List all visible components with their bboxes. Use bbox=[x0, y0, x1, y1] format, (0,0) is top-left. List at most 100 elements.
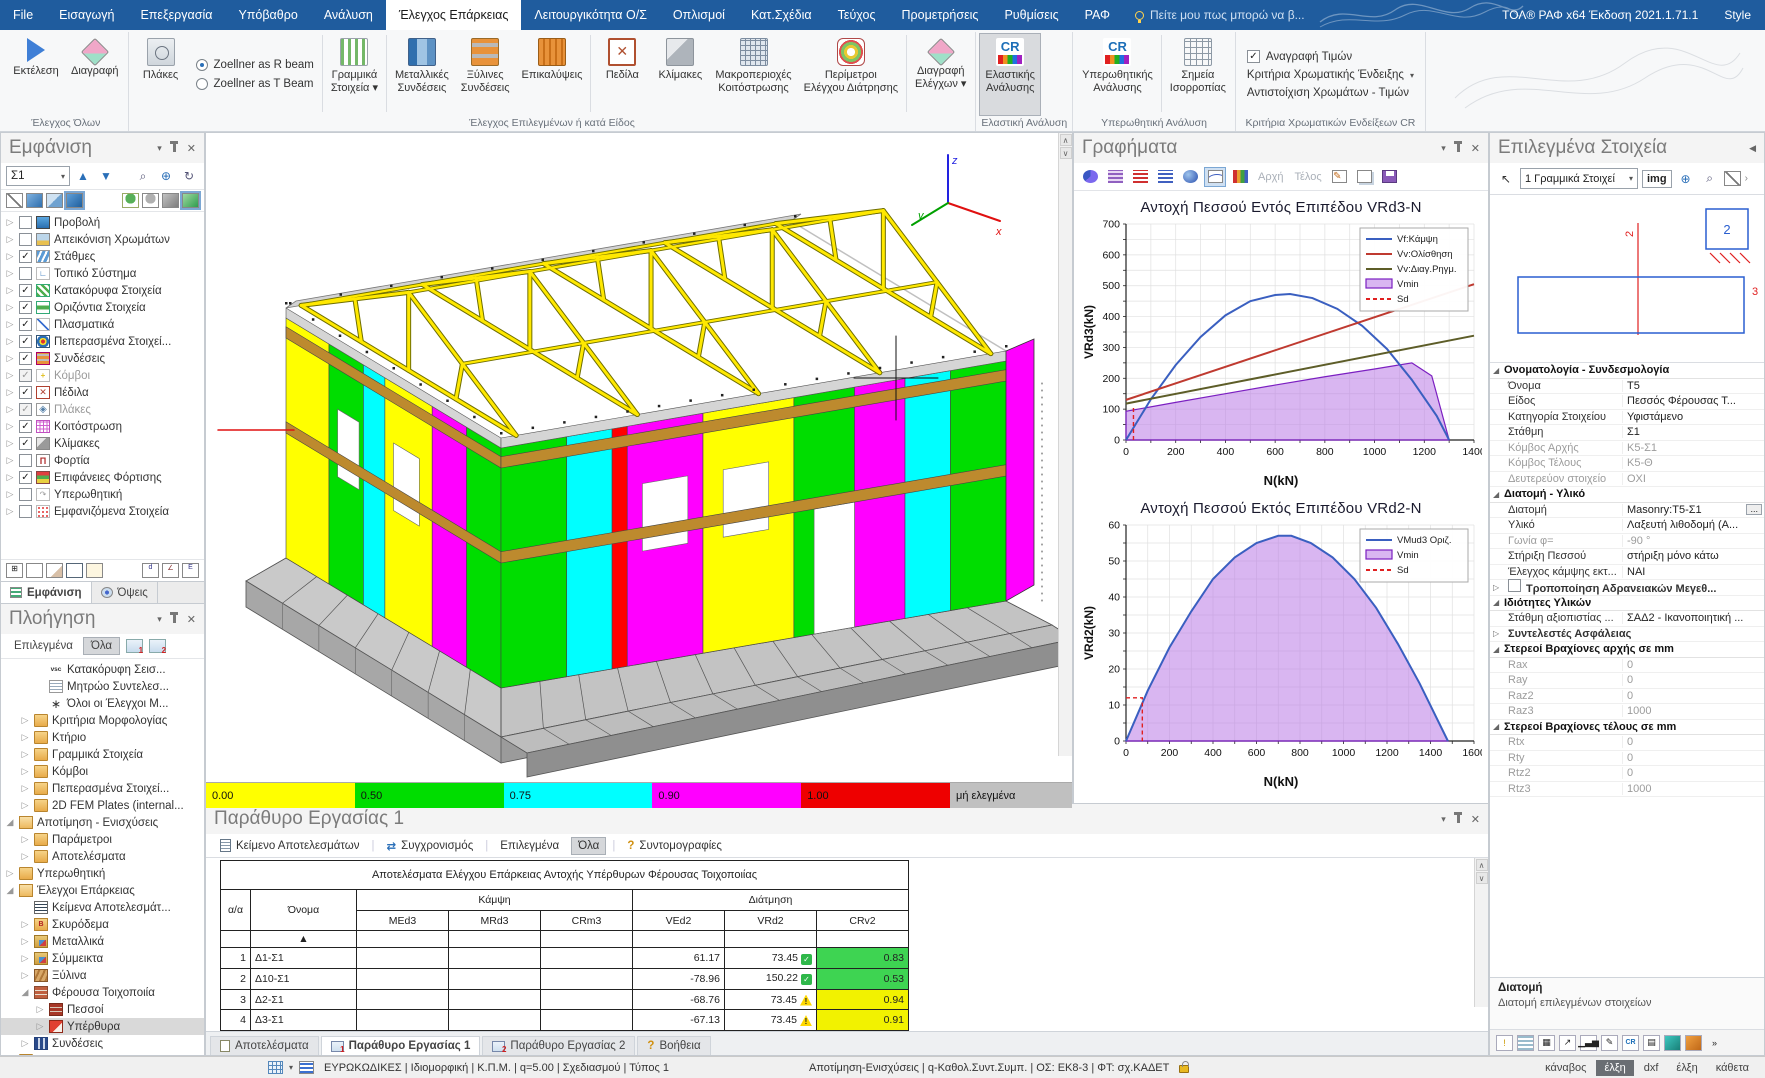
column-chart-icon[interactable] bbox=[1229, 167, 1251, 187]
prop-row-συντελεστές-ασφάλειας[interactable]: ▷Συντελεστές Ασφάλειας bbox=[1490, 627, 1764, 643]
level-combo[interactable]: Σ1▾ bbox=[6, 166, 70, 186]
menu-ραφ[interactable]: ΡΑΦ bbox=[1072, 0, 1123, 30]
results-table[interactable]: Αποτελέσματα Ελέγχου Επάρκειας Αντοχής Υ… bbox=[220, 860, 909, 1031]
pin-icon[interactable] bbox=[173, 615, 176, 623]
nav-item-σύμμεικτα[interactable]: ▷Σύμμεικτα bbox=[1, 950, 204, 967]
punching-perimeters-button[interactable]: ΠερίμετροιΕλέγχου Διάτρησης bbox=[798, 33, 904, 116]
display-item-πλασματικά[interactable]: ▷Πλασματικά bbox=[1, 316, 204, 333]
select-window-icon[interactable] bbox=[66, 563, 83, 578]
menu-τεύχος[interactable]: Τεύχος bbox=[825, 0, 889, 30]
pie-chart-icon[interactable] bbox=[1079, 167, 1101, 187]
viewport-scrollbar[interactable]: ∧ ∨ bbox=[1058, 133, 1072, 756]
raft-macroregions-button[interactable]: ΜακροπεριοχέςΚοιτόστρωσης bbox=[709, 33, 797, 116]
more-icon[interactable]: » bbox=[1706, 1035, 1723, 1051]
grid-edit-icon[interactable]: ▦ bbox=[1538, 1035, 1555, 1051]
menu-υπόβαθρο[interactable]: Υπόβαθρο bbox=[225, 0, 310, 30]
prop-row-έλεγχος-κάμψης-εκτ-[interactable]: Έλεγχος κάμψης εκτ...ΝΑΙ bbox=[1490, 565, 1764, 581]
grid-settings-icon[interactable] bbox=[268, 1061, 283, 1074]
cr-option[interactable]: Αναγραφή Τιμών bbox=[1247, 50, 1414, 63]
cr-elastic-button[interactable]: CRΕλαστικήςΑνάλυσης bbox=[979, 33, 1041, 116]
abbreviations-button[interactable]: ? Συντομογραφίες bbox=[621, 838, 728, 854]
teal-cube-icon[interactable] bbox=[1664, 1035, 1681, 1051]
nav-item-ξύλινα[interactable]: ▷Ξύλινα bbox=[1, 967, 204, 984]
table-row-Δ3-Σ1[interactable]: 4Δ3-Σ1-67.1373.45!0.91 bbox=[221, 1010, 909, 1031]
nav-item-έλεγχοι-επάρκειας[interactable]: ◢Έλεγχοι Επάρκειας bbox=[1, 882, 204, 899]
work-window-1-icon[interactable] bbox=[126, 639, 143, 653]
menu-file[interactable]: File bbox=[0, 0, 46, 30]
prop-row-όνομα[interactable]: ΌνομαT5 bbox=[1490, 379, 1764, 395]
list-icon[interactable] bbox=[299, 1061, 314, 1074]
ruler-icon[interactable]: ✎ bbox=[1601, 1035, 1618, 1051]
view-solid-button[interactable] bbox=[26, 193, 43, 208]
display-item-στάθμες[interactable]: ▷Στάθμες bbox=[1, 248, 204, 265]
grid-caret-icon[interactable]: ▾ bbox=[289, 1063, 293, 1072]
worktab-αποτελέσματα[interactable]: Αποτελέσματα bbox=[210, 1036, 319, 1055]
table-row-Δ2-Σ1[interactable]: 3Δ2-Σ1-68.7673.45!0.94 bbox=[221, 989, 909, 1010]
prop-row-raz3[interactable]: Raz31000 bbox=[1490, 704, 1764, 720]
display-item-εμφανιζόμενα-στοιχεία[interactable]: ▷Εμφανιζόμενα Στοιχεία bbox=[1, 503, 204, 520]
menu-επεξεργασία[interactable]: Επεξεργασία bbox=[127, 0, 225, 30]
pan-icon[interactable]: ⊕ bbox=[156, 166, 176, 186]
display-item-οριζόντια-στοιχεία[interactable]: ▷Οριζόντια Στοιχεία bbox=[1, 299, 204, 316]
menu-λειτουργικότητα-ο-σ[interactable]: Λειτουργικότητα Ο/Σ bbox=[521, 0, 660, 30]
timber-connections-button[interactable]: ΞύλινεςΣυνδέσεις bbox=[455, 33, 516, 116]
nav-item-κτήριο[interactable]: ▷Κτήριο bbox=[1, 729, 204, 746]
blue-bars-icon[interactable] bbox=[1154, 167, 1176, 187]
display-item-κλίμακες[interactable]: ▷Κλίμακες bbox=[1, 435, 204, 452]
histogram-icon[interactable] bbox=[1104, 167, 1126, 187]
menu-κατ-σχέδια[interactable]: Κατ.Σχέδια bbox=[738, 0, 825, 30]
nav-item-υπέρθυρα[interactable]: ▷Υπέρθυρα bbox=[1, 1018, 204, 1035]
menu-οπλισμοί[interactable]: Οπλισμοί bbox=[660, 0, 738, 30]
prop-row-υλικό[interactable]: ΥλικόΛαξευτή λιθοδομή (Α... bbox=[1490, 518, 1764, 534]
prop-row-στάθμη-αξιοπιστίας-[interactable]: Στάθμη αξιοπιστίας ...ΣΑΔ2 - Ικανοποιητι… bbox=[1490, 611, 1764, 627]
panel-menu-icon[interactable]: ▾ bbox=[1441, 814, 1446, 825]
pin-icon[interactable] bbox=[1457, 144, 1460, 152]
model-viewport[interactable]: zxy ∧ ∨ 0.000.500.750.901.00μή ελεγμένα bbox=[205, 132, 1073, 804]
display-item-κόμβοι[interactable]: ▷Κόμβοι bbox=[1, 367, 204, 384]
worktab-παράθυρο-εργασίας-2[interactable]: Παράθυρο Εργασίας 2 bbox=[482, 1036, 635, 1055]
render-gray-button[interactable] bbox=[142, 193, 159, 208]
delete-checks-button[interactable]: ΔιαγραφήΕλέγχων ▾ bbox=[909, 33, 972, 116]
display-item-επιφάνειες-φόρτισης[interactable]: ▷Επιφάνειες Φόρτισης bbox=[1, 469, 204, 486]
angle-icon[interactable]: ∠ bbox=[162, 563, 179, 578]
menu-ρυθμίσεις[interactable]: Ρυθμίσεις bbox=[991, 0, 1071, 30]
menu-ανάλυση[interactable]: Ανάλυση bbox=[311, 0, 386, 30]
filter-row[interactable]: ▲ bbox=[221, 931, 909, 948]
level-down-button[interactable]: ▼ bbox=[96, 166, 116, 186]
nav-item-μεταλλικά[interactable]: ▷Μεταλλικά bbox=[1, 933, 204, 950]
render-green-button[interactable] bbox=[182, 193, 199, 208]
nav-item-clipped[interactable]: ▷ bbox=[1, 1052, 204, 1055]
nav-item-σκυρόδεμα[interactable]: ▷BΣκυρόδεμα bbox=[1, 916, 204, 933]
sheet-icon[interactable]: ▤ bbox=[1643, 1035, 1660, 1051]
info-icon[interactable]: ! bbox=[1496, 1035, 1513, 1051]
cr-icon[interactable]: CR bbox=[1622, 1035, 1639, 1051]
collapse-icon[interactable]: ◀ bbox=[1749, 143, 1756, 154]
equilibrium-points-button[interactable]: ΣημείαΙσορροπίας bbox=[1164, 33, 1232, 116]
prop-row-διατομή[interactable]: ΔιατομήMasonry:T5-Σ1... bbox=[1490, 503, 1764, 519]
render-dark-button[interactable] bbox=[162, 193, 179, 208]
nav-item-κείμενα-αποτελεσμάτ-[interactable]: Κείμενα Αποτελεσμάτ... bbox=[1, 899, 204, 916]
img-button[interactable]: img bbox=[1642, 170, 1672, 188]
copy-chart-icon[interactable] bbox=[1354, 167, 1376, 187]
panel-menu-icon[interactable]: ▾ bbox=[1441, 143, 1446, 154]
prop-row-raz2[interactable]: Raz20 bbox=[1490, 689, 1764, 705]
display-item-απεικόνιση-χρωμάτων[interactable]: ▷Απεικόνιση Χρωμάτων bbox=[1, 231, 204, 248]
menu-εισαγωγή[interactable]: Εισαγωγή bbox=[46, 0, 127, 30]
select-box-icon[interactable] bbox=[26, 563, 43, 578]
orbit-icon[interactable]: ↻ bbox=[179, 166, 199, 186]
prop-row-rax[interactable]: Rax0 bbox=[1490, 658, 1764, 674]
sphere-chart-icon[interactable] bbox=[1179, 167, 1201, 187]
layers-icon[interactable] bbox=[1517, 1035, 1534, 1051]
prop-row-γωνία-φ-[interactable]: Γωνία φ=-90 ° bbox=[1490, 534, 1764, 550]
table-row-Δ10-Σ1[interactable]: 2Δ10-Σ1-78.96150.22✓0.53 bbox=[221, 969, 909, 990]
nav-item-όλοι-οι-έλεγχοι-μ-[interactable]: Όλοι οι Έλεγχοι Μ... bbox=[1, 695, 204, 712]
nav-all-button[interactable]: Όλα bbox=[83, 637, 120, 655]
work-window-2-icon[interactable] bbox=[149, 639, 166, 653]
table-row-Δ1-Σ1[interactable]: 1Δ1-Σ161.1773.45✓0.83 bbox=[221, 948, 909, 969]
menu-έλεγχος-επάρκειας[interactable]: Έλεγχος Επάρκειας bbox=[386, 0, 522, 30]
browse-button[interactable]: ... bbox=[1746, 504, 1762, 515]
scroll-up-icon[interactable]: ∧ bbox=[1060, 134, 1072, 146]
view-wireframe-button[interactable] bbox=[6, 193, 23, 208]
orange-cube-icon[interactable] bbox=[1685, 1035, 1702, 1051]
nav-item-αποτίμηση-ενισχύσεις[interactable]: ◢Αποτίμηση - Ενισχύσεις bbox=[1, 814, 204, 831]
